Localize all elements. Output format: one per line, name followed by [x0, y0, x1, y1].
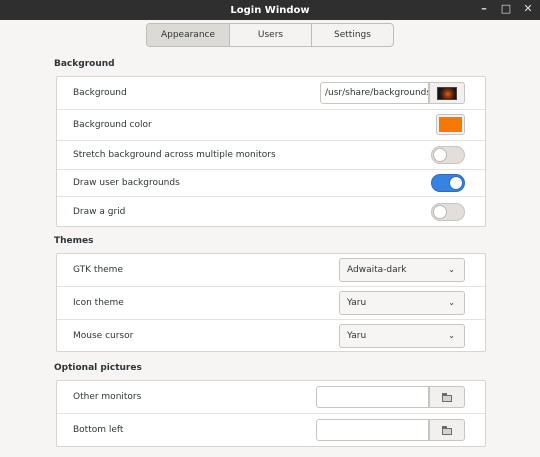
chevron-down-icon: ⌄: [448, 265, 455, 274]
tab-appearance[interactable]: Appearance: [147, 24, 230, 46]
other-monitors-browse-button[interactable]: [429, 386, 465, 408]
window-controls: – □ ✕: [478, 3, 534, 15]
mouse-cursor-label: Mouse cursor: [73, 330, 134, 341]
row-gtk-theme: GTK theme Adwaita-dark ⌄: [57, 254, 485, 287]
tab-settings-label: Settings: [334, 30, 371, 40]
section-title-background: Background: [54, 59, 115, 69]
tab-users[interactable]: Users: [230, 24, 312, 46]
chevron-down-icon: ⌄: [448, 330, 455, 340]
tab-bar: Appearance Users Settings: [146, 23, 394, 47]
bottom-left-browse-button[interactable]: [429, 419, 465, 441]
row-mouse-cursor: Mouse cursor Yaru ⌄: [57, 320, 485, 351]
background-color-button[interactable]: [436, 114, 465, 135]
row-bottom-left: Bottom left: [57, 414, 485, 446]
icon-theme-value: Yaru: [347, 298, 367, 308]
bottom-left-label: Bottom left: [73, 425, 124, 435]
user-backgrounds-switch[interactable]: [431, 174, 465, 192]
background-color-label: Background color: [73, 120, 152, 130]
close-icon[interactable]: ✕: [522, 3, 534, 15]
section-title-themes: Themes: [54, 236, 94, 246]
grid-label: Draw a grid: [73, 206, 126, 217]
other-monitors-field[interactable]: [316, 386, 429, 408]
stretch-switch[interactable]: [431, 146, 465, 164]
window-titlebar: Login Window – □ ✕: [0, 0, 540, 20]
icon-theme-label: Icon theme: [73, 298, 124, 308]
folder-icon: [442, 426, 452, 435]
row-user-backgrounds: Draw user backgrounds: [57, 170, 485, 197]
window-title: Login Window: [230, 4, 310, 16]
row-other-monitors: Other monitors: [57, 381, 485, 414]
tab-users-label: Users: [257, 30, 284, 40]
folder-icon: [442, 393, 452, 402]
row-grid: Draw a grid: [57, 197, 485, 226]
color-swatch: [439, 117, 462, 132]
icon-theme-dropdown[interactable]: Yaru ⌄: [339, 291, 465, 315]
gtk-theme-dropdown[interactable]: Adwaita-dark ⌄: [339, 258, 465, 282]
user-backgrounds-label: Draw user backgrounds: [73, 178, 180, 188]
pictures-frame: Other monitors Bottom left: [56, 380, 486, 447]
maximize-icon[interactable]: □: [500, 3, 512, 15]
gtk-theme-label: GTK theme: [73, 265, 123, 275]
row-background-color: Background color: [57, 110, 485, 141]
background-frame: Background /usr/share/backgrounds/c Back…: [56, 76, 486, 227]
stretch-label: Stretch background across multiple monit…: [73, 150, 276, 160]
themes-frame: GTK theme Adwaita-dark ⌄ Icon theme Yaru…: [56, 253, 486, 352]
row-icon-theme: Icon theme Yaru ⌄: [57, 287, 485, 320]
row-background: Background /usr/share/backgrounds/c: [57, 77, 485, 110]
background-thumbnail-icon: [437, 86, 457, 100]
minimize-icon[interactable]: –: [478, 3, 490, 15]
section-title-optional-pictures: Optional pictures: [54, 363, 142, 373]
background-image-button[interactable]: [429, 82, 465, 104]
background-path-field[interactable]: /usr/share/backgrounds/c: [320, 82, 429, 104]
tab-settings[interactable]: Settings: [312, 24, 393, 46]
switch-knob: [433, 148, 447, 162]
switch-knob: [449, 176, 463, 190]
tab-appearance-label: Appearance: [160, 30, 216, 40]
row-stretch: Stretch background across multiple monit…: [57, 141, 485, 170]
chevron-down-icon: ⌄: [448, 298, 455, 307]
switch-knob: [433, 204, 447, 219]
grid-switch[interactable]: [431, 202, 465, 221]
other-monitors-label: Other monitors: [73, 392, 142, 402]
gtk-theme-value: Adwaita-dark: [347, 265, 407, 275]
background-label: Background: [73, 88, 127, 98]
mouse-cursor-dropdown[interactable]: Yaru ⌄: [339, 323, 465, 348]
bottom-left-field[interactable]: [316, 419, 429, 441]
mouse-cursor-value: Yaru: [347, 330, 367, 341]
